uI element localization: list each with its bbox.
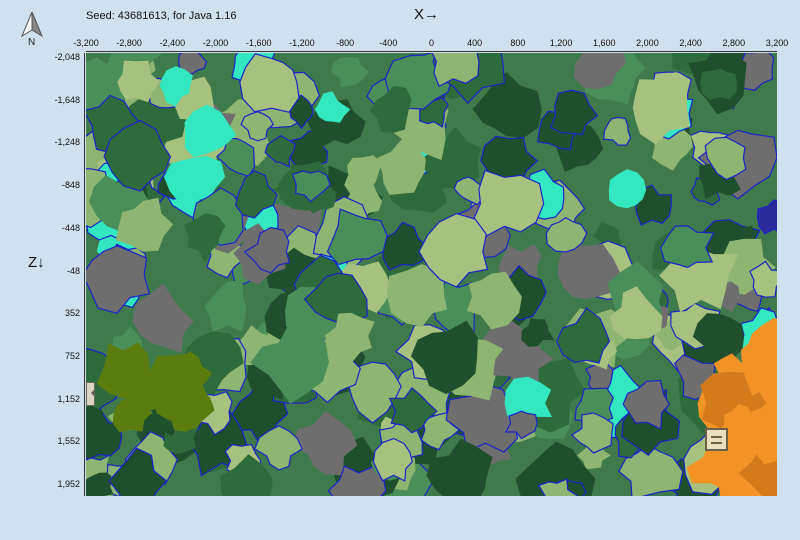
biome-region — [331, 57, 370, 88]
z-tick-label: -848 — [61, 180, 80, 191]
z-tick-label: -1,648 — [54, 94, 80, 105]
seed-info: Seed: 43681613, for Java 1.16 — [86, 10, 237, 22]
compass: N — [18, 10, 46, 48]
biome-region — [471, 169, 545, 238]
x-tick-label: -2,800 — [116, 38, 142, 48]
biome-map-canvas[interactable] — [86, 53, 777, 496]
x-tick-label: -2,000 — [202, 38, 229, 48]
z-tick-label: -48 — [66, 265, 80, 276]
x-tick-label: -1,200 — [289, 38, 315, 48]
x-tick-label: 2,400 — [679, 38, 702, 48]
x-tick-label: 400 — [467, 38, 483, 48]
x-tick-label: 800 — [510, 38, 526, 48]
village-marker-icon[interactable] — [705, 428, 728, 451]
biome-region — [204, 280, 247, 332]
x-tick-label: 3,200 — [765, 38, 789, 48]
z-tick-label: 1,152 — [57, 393, 80, 404]
x-tick-label: -2,400 — [159, 38, 186, 48]
z-tick-label: 1,552 — [57, 436, 80, 447]
biome-region — [756, 199, 777, 235]
x-axis-label: X→ — [414, 6, 440, 23]
z-tick-label: 752 — [64, 350, 80, 361]
x-tick-label: -1,600 — [245, 38, 272, 48]
z-axis-label: Z↓ — [28, 254, 45, 272]
z-tick-label: -448 — [61, 222, 80, 233]
x-tick-label: -3,200 — [73, 38, 99, 48]
biome-region — [521, 317, 555, 347]
biome-map[interactable] — [86, 53, 777, 496]
x-axis-line — [86, 51, 777, 52]
x-tick-label: 2,000 — [636, 38, 659, 48]
z-tick-label: 1,952 — [57, 479, 80, 489]
biome-region — [603, 116, 632, 146]
x-tick-label: -800 — [336, 38, 355, 48]
compass-label: N — [28, 37, 35, 46]
z-axis-text: Z↓ — [28, 254, 45, 271]
z-axis-line — [84, 53, 85, 496]
biome-region — [96, 342, 150, 399]
biome-region — [344, 155, 382, 195]
x-tick-label: 0 — [428, 38, 435, 48]
x-tick-label: 2,800 — [722, 38, 746, 48]
biome-region — [700, 68, 737, 100]
z-tick-label: -2,048 — [54, 52, 80, 62]
x-tick-label: 1,600 — [592, 38, 616, 48]
biome-region — [660, 225, 715, 269]
z-tick-label: 352 — [64, 308, 80, 319]
x-tick-label: -400 — [379, 38, 398, 48]
biome-region — [239, 53, 300, 113]
z-tick-label: -1,248 — [54, 137, 80, 148]
north-arrow-icon: N — [20, 11, 44, 48]
x-tick-label: 1,200 — [549, 38, 573, 48]
chevron-left-icon[interactable] — [86, 382, 95, 406]
